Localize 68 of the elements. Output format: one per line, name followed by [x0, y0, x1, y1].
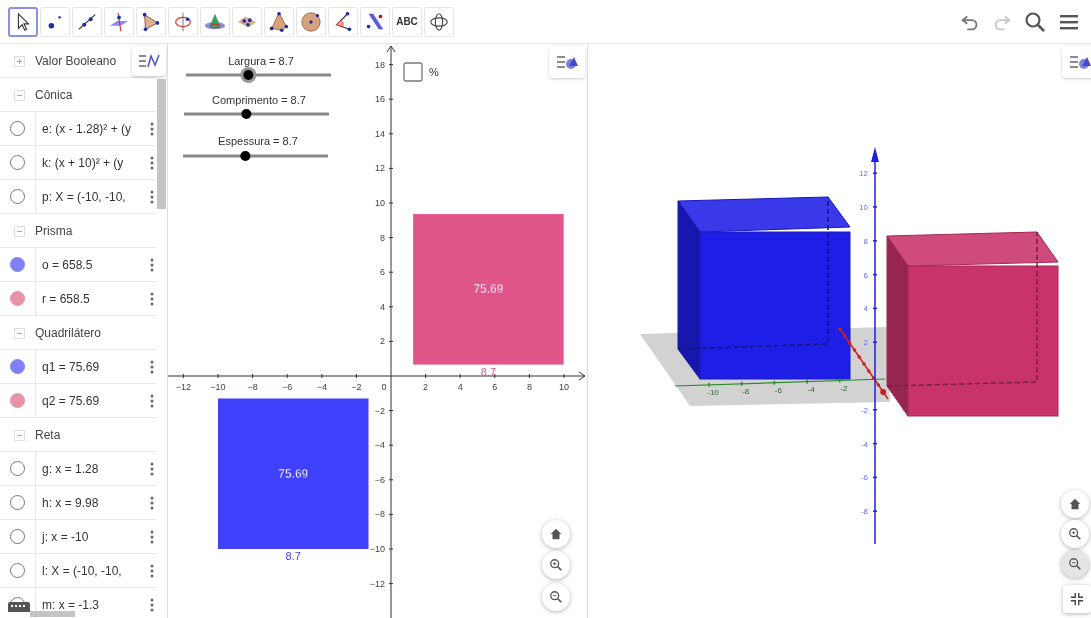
group-title[interactable]: Cônica [35, 85, 73, 104]
tick-label: -4 [860, 439, 868, 449]
tick-label: 4 [457, 382, 463, 392]
side-label: 8.7 [285, 550, 301, 562]
tick-label: -2 [860, 405, 868, 415]
tick-label: 8 [526, 382, 532, 392]
group-title[interactable]: Reta [35, 425, 61, 444]
algebra-entry[interactable]: h: x = 9.98 [36, 493, 150, 512]
tick-label: 12 [375, 163, 385, 174]
algebra-entry[interactable]: l: X = (-10, -10, [36, 561, 150, 580]
algebra-entry[interactable]: r = 658.5 [36, 289, 150, 308]
tick-label: 6 [863, 270, 868, 280]
tick-label: 8 [863, 236, 868, 246]
tick-label: 10 [859, 203, 868, 212]
tick-label: 4 [380, 301, 385, 312]
tick-label: 0 [381, 382, 387, 392]
tick-label: 18 [375, 59, 385, 70]
tick-label: -8 [742, 386, 750, 396]
algebra-entry[interactable]: k: (x + 10)² + (y [36, 153, 150, 172]
tick-label: 8 [380, 232, 385, 243]
side-label: 8.7 [480, 365, 497, 378]
group-title[interactable]: Quadrilátero [35, 323, 102, 342]
slider-label: Largura = 8.7 [228, 55, 294, 67]
tool-button[interactable]: ABC [392, 6, 422, 37]
group-title[interactable]: Valor Booleano [35, 51, 117, 70]
area-label: 75.69 [473, 282, 504, 297]
tick-label: -4 [807, 384, 815, 394]
tick-label: -8 [860, 507, 868, 517]
algebra-entry[interactable]: o = 658.5 [36, 255, 150, 274]
tick-label: 4 [863, 304, 868, 314]
tick-label: 10 [559, 382, 569, 392]
tick-label: −2 [374, 405, 385, 416]
slider-label: Espessura = 8.7 [218, 135, 298, 147]
slider-label: Comprimento = 8.7 [212, 94, 306, 106]
algebra-entry[interactable]: q2 = 75.69 [36, 391, 150, 410]
tick-label: 16 [375, 94, 385, 105]
tick-label: −8 [247, 382, 258, 392]
tick-label: -2 [840, 383, 848, 393]
tick-label: 2 [380, 336, 385, 347]
tick-label: −6 [374, 474, 385, 485]
tick-label: 6 [380, 267, 385, 278]
tick-label: 10 [375, 198, 385, 208]
checkbox-label: % [429, 66, 439, 78]
algebra-entry[interactable]: q1 = 75.69 [36, 357, 150, 376]
tick-label: -10 [707, 387, 719, 397]
tick-label: 14 [375, 128, 385, 139]
group-title[interactable]: Prisma [35, 221, 73, 240]
tick-label: −12 [369, 578, 385, 589]
tick-label: −4 [316, 382, 327, 392]
tick-label: 2 [863, 338, 868, 348]
tick-label: −4 [374, 440, 385, 451]
algebra-entry[interactable]: j: x = -10 [36, 527, 150, 546]
algebra-entry[interactable]: p: X = (-10, -10, [36, 187, 150, 206]
tick-label: −2 [351, 382, 362, 392]
tick-label: −12 [175, 382, 192, 392]
algebra-entry[interactable]: g: x = 1.28 [36, 459, 150, 478]
tick-label: −8 [374, 509, 385, 520]
tick-label: −10 [369, 544, 385, 554]
tick-label: 2 [423, 382, 429, 392]
tick-label: 12 [859, 169, 868, 179]
tick-label: −10 [210, 382, 226, 392]
area-label: 75.69 [278, 466, 309, 481]
algebra-entry[interactable]: m: x = -1.3 [36, 595, 150, 614]
tick-label: −6 [282, 382, 293, 392]
tick-label: -6 [774, 385, 782, 395]
tick-label: 6 [492, 382, 498, 392]
algebra-entry[interactable]: e: (x - 1.28)² + (y [36, 119, 150, 138]
tick-label: -6 [860, 473, 868, 483]
